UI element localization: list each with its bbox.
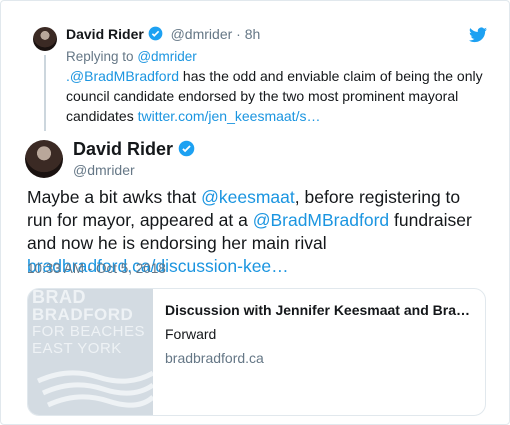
reply-author-handle[interactable]: @dmrider: [171, 26, 233, 42]
main-author-handle[interactable]: @dmrider: [73, 162, 135, 178]
main-header: David Rider: [73, 139, 195, 160]
tweet-timestamp[interactable]: 10:33 AM - Oct 5, 2018: [27, 261, 166, 276]
card-image-line: BRADFORD: [32, 305, 134, 324]
replying-label: Replying to: [66, 49, 134, 64]
card-description: Forward: [165, 326, 217, 342]
mention-keesmaat-link[interactable]: @keesmaat: [201, 187, 295, 207]
replying-to: Replying to @dmrider: [66, 49, 197, 64]
card-image-line: FOR BEACHES: [32, 323, 146, 340]
card-image-line: BRAD: [32, 288, 86, 307]
reply-author-name[interactable]: David Rider: [66, 26, 144, 42]
link-preview-card[interactable]: BRAD BRADFORD FOR BEACHES EAST YORK Disc…: [27, 288, 486, 416]
reply-time[interactable]: · 8h: [236, 26, 260, 42]
replying-handle-link[interactable]: @dmrider: [137, 49, 196, 64]
reply-url-link[interactable]: twitter.com/jen_keesmaat/s…: [138, 108, 321, 124]
main-avatar[interactable]: [25, 140, 63, 178]
reply-mention-link[interactable]: .@BradMBradford: [66, 68, 179, 84]
twitter-bird-icon[interactable]: [469, 27, 487, 43]
card-body: Discussion with Jennifer Keesmaat and Br…: [165, 302, 477, 366]
main-text-part: Maybe a bit awks that: [27, 187, 202, 207]
card-image-line: EAST YORK: [32, 340, 122, 357]
thread-line: [44, 55, 46, 131]
card-domain: bradbradford.ca: [165, 350, 264, 366]
verified-badge-icon: [148, 26, 163, 41]
card-thumbnail-image: BRAD BRADFORD FOR BEACHES EAST YORK: [28, 289, 153, 415]
reply-header: David Rider @dmrider · 8h: [66, 26, 260, 42]
mention-bradmbradford-link[interactable]: @BradMBradford: [253, 210, 389, 230]
reply-text: .@BradMBradford has the odd and enviable…: [66, 66, 486, 126]
reply-avatar[interactable]: [33, 27, 57, 51]
card-title: Discussion with Jennifer Keesmaat and Br…: [165, 302, 470, 318]
main-author-name[interactable]: David Rider: [73, 139, 173, 159]
verified-badge-icon: [178, 140, 195, 157]
card-image-text: BRAD BRADFORD FOR BEACHES EAST YORK: [32, 289, 152, 357]
